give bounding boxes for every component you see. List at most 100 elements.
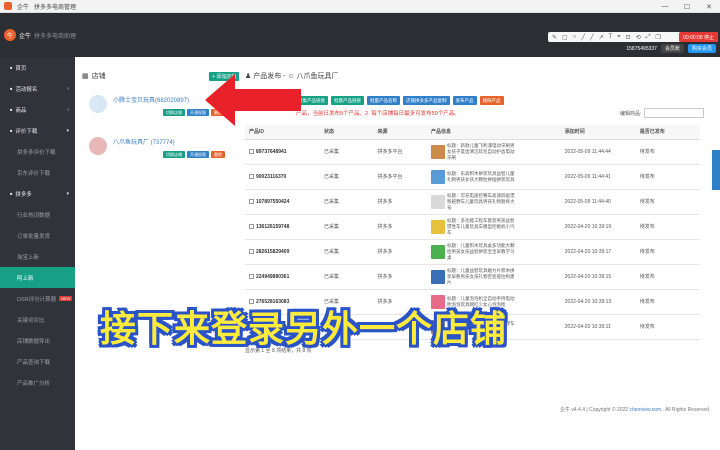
- toolbar-tool-icon[interactable]: ⌖: [617, 34, 620, 41]
- product-id: 107897550424: [256, 198, 290, 205]
- product-thumbnail[interactable]: [430, 144, 445, 159]
- footer-site-link[interactable]: chenniew.com: [629, 407, 661, 413]
- sidebar-item-label: 评价下载: [15, 128, 38, 135]
- sidebar-item[interactable]: ■ 拼多多 ▾: [0, 183, 75, 204]
- switch-shop-button[interactable]: 切换店铺: [163, 109, 185, 116]
- toolbar-tool-icon[interactable]: ╱: [590, 34, 594, 41]
- sidebar-item[interactable]: 行业热词数据: [0, 204, 75, 225]
- table-row[interactable]: 89737648941 已采集 拼多多平台 标题：新款儿童飞利浦电动牙刷男女孩子度齿清…: [245, 139, 700, 165]
- toolbar-tool-icon[interactable]: ⊡: [626, 34, 631, 41]
- cell-time: 2022-05-09 11:44:40: [560, 189, 636, 215]
- toolbar-tool-icon[interactable]: ⟲: [636, 34, 641, 41]
- table-row[interactable]: 282615829409 已采集 拼多多 标题：儿童积木玩具桌多功能大颗粒男孩女孩益智…: [245, 239, 700, 265]
- product-title: 标题：儿童积木玩具桌多功能大颗粒男孩女孩益智拼装宝宝早教学习桌: [446, 242, 515, 260]
- column-header[interactable]: 产品信息: [426, 125, 561, 140]
- cart-icon: ■: [10, 191, 13, 196]
- switch-shop-button[interactable]: 切换店铺: [163, 151, 185, 158]
- toolbar-tool-icon[interactable]: ▢: [562, 34, 568, 41]
- shop-name[interactable]: 八爪鱼玩具厂 (737774): [113, 137, 175, 146]
- product-thumbnail[interactable]: [430, 244, 445, 259]
- sidebar-item[interactable]: 产品推广分析: [0, 372, 75, 393]
- table-row[interactable]: 90023116370 已采集 拼多多平台 标题：乐高积木拼装玩具益智儿童礼物男孩女孩…: [245, 164, 700, 190]
- cell-source: 拼多多平台: [373, 139, 427, 165]
- column-header[interactable]: 状态: [319, 125, 374, 140]
- sidebar-item[interactable]: ■ 评价下载 ▾: [0, 120, 75, 141]
- toolbar-tool-icon[interactable]: ○: [573, 34, 577, 40]
- sidebar-item-label: 行业热词数据: [17, 212, 51, 219]
- user-role[interactable]: 会员账: [660, 44, 684, 53]
- maximize-icon[interactable]: ☐: [676, 0, 698, 13]
- sidebar-item[interactable]: ■ 首页: [0, 57, 75, 78]
- sidebar-item[interactable]: 订单批量发货: [0, 225, 75, 246]
- row-checkbox[interactable]: [249, 148, 254, 154]
- cell-status: 已采集: [319, 239, 374, 265]
- sidebar-item[interactable]: 关键词对比: [0, 309, 75, 330]
- shop-item[interactable]: 八爪鱼玩具厂 (737774) 切换店铺 开通权限 删除: [83, 129, 238, 171]
- column-header[interactable]: 添加时间: [560, 125, 636, 140]
- toolbar-tool-icon[interactable]: ❐: [656, 34, 661, 41]
- grant-permission-button[interactable]: 开通权限: [187, 151, 209, 158]
- publish-action-button[interactable]: 发布产品: [452, 96, 477, 105]
- close-icon[interactable]: ✕: [698, 0, 720, 13]
- publish-action-button[interactable]: 批量产品名称: [367, 96, 400, 105]
- side-feedback-tab[interactable]: [712, 150, 720, 190]
- column-header[interactable]: 来源: [373, 125, 427, 140]
- sidebar-item[interactable]: ■ 活动报名 ‹: [0, 78, 75, 99]
- row-checkbox[interactable]: [249, 198, 254, 204]
- toolbar-tool-icon[interactable]: T: [609, 34, 613, 40]
- brand-name: 企牛: [19, 33, 32, 40]
- red-arrow-annotation: [205, 74, 301, 126]
- cell-status: 已采集: [319, 214, 374, 240]
- publish-action-button[interactable]: 删除产品: [479, 96, 504, 105]
- cell-product-id: 136126159748: [245, 214, 320, 240]
- box-icon: ■: [10, 107, 13, 112]
- cell-pub: 待发布: [635, 264, 700, 290]
- table-row[interactable]: 107897550424 已采集 拼多多 标题：可充电遥控赛车高速四驱漂移越野车儿童玩…: [245, 189, 700, 215]
- home-icon: ■: [10, 65, 13, 70]
- cell-product-info: 标题：可充电遥控赛车高速四驱漂移越野车儿童玩具男孩礼物耐摔大号: [426, 189, 561, 215]
- product-thumbnail[interactable]: [430, 194, 445, 209]
- sidebar-item-label: 阿上新: [17, 275, 34, 282]
- sidebar-item[interactable]: DSR评分计算器 NEW: [0, 288, 75, 309]
- sidebar-item[interactable]: 阿上新: [0, 267, 75, 288]
- row-checkbox[interactable]: [249, 173, 254, 179]
- recording-stop-button[interactable]: 00:00:08 停止: [679, 32, 718, 42]
- toolbar-tool-icon[interactable]: ⤢: [646, 34, 651, 41]
- cell-pub: 待发布: [635, 139, 700, 165]
- cell-product-id: 107897550424: [245, 189, 320, 215]
- product-thumbnail[interactable]: [430, 219, 445, 234]
- table-row[interactable]: 136126159748 已采集 拼多多 标题：多功能工程车套装男孩益智惯性车儿童玩具…: [245, 214, 700, 240]
- toolbar-tool-icon[interactable]: ↗: [599, 34, 604, 41]
- publish-action-button[interactable]: 批量产品链接: [331, 96, 364, 105]
- sidebar-item-label: 拼多多: [15, 191, 32, 198]
- sidebar-item[interactable]: 淘宝上新: [0, 246, 75, 267]
- row-checkbox[interactable]: [249, 273, 254, 279]
- buy-vip-button[interactable]: 购买会员: [687, 44, 716, 53]
- sidebar-item-label: 拼多多评价下载: [17, 149, 56, 156]
- row-checkbox[interactable]: [249, 248, 254, 254]
- minimize-icon[interactable]: —: [654, 0, 676, 13]
- cell-status: 已采集: [319, 164, 374, 190]
- row-checkbox[interactable]: [249, 223, 254, 229]
- window-title: 企牛: [17, 4, 30, 11]
- sidebar-item[interactable]: 店铺数据导出: [0, 330, 75, 351]
- product-thumbnail[interactable]: [430, 269, 445, 284]
- table-row[interactable]: 224949880361 已采集 拼多多 标题：儿童益智玩具磁力片积木拼装早教男孩女孩…: [245, 264, 700, 290]
- sidebar-item[interactable]: ■ 商品 ‹: [0, 99, 75, 120]
- product-thumbnail[interactable]: [430, 169, 445, 184]
- cell-product-info: 标题：乐高积木拼装玩具益智儿童礼物男孩女孩大颗粒拼插拼装玩具: [426, 164, 561, 190]
- sidebar-item[interactable]: 产品查询下载: [0, 351, 75, 372]
- sidebar-item[interactable]: 京东评价下载: [0, 162, 75, 183]
- shop-title-text: 店铺: [91, 73, 106, 80]
- cell-pub: 待发布: [635, 214, 700, 240]
- shop-name[interactable]: 小腾士宝贝玩具(682020897): [113, 95, 189, 104]
- sidebar-item[interactable]: 拼多多评价下载: [0, 141, 75, 162]
- cell-status: 已采集: [319, 189, 374, 215]
- delete-shop-button[interactable]: 删除: [211, 151, 225, 158]
- publish-action-button[interactable]: 店铺拼多多产品复制: [403, 96, 450, 105]
- cell-time: 2022-04-20 10:39:17: [560, 239, 636, 265]
- toolbar-tool-icon[interactable]: ✎: [552, 34, 557, 41]
- column-header[interactable]: 是否已发布: [635, 125, 700, 140]
- search-input[interactable]: [644, 108, 705, 118]
- toolbar-tool-icon[interactable]: ╱: [581, 34, 585, 41]
